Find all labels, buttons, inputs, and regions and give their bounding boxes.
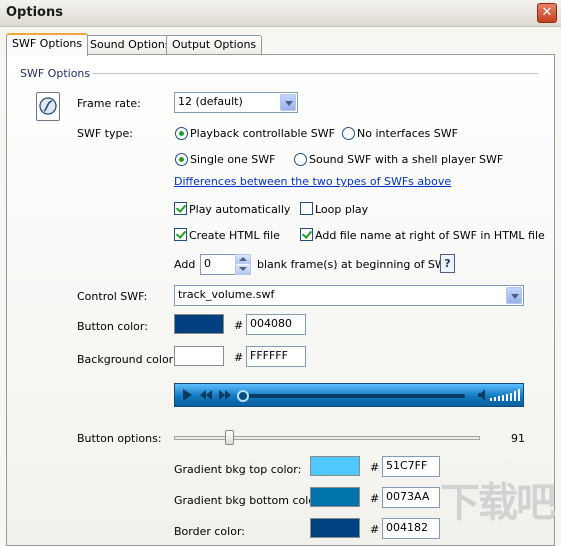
gradient-bottom-label: Gradient bkg bottom color: xyxy=(174,494,324,507)
fast-forward-icon xyxy=(216,386,234,404)
close-icon: ✕ xyxy=(541,5,553,20)
section-divider xyxy=(92,73,538,74)
options-dialog: Options ✕ SWF Options Sound Options Outp… xyxy=(0,0,561,546)
gradient-bottom-swatch[interactable] xyxy=(310,487,360,507)
radio-playback-controllable-label[interactable]: Playback controllable SWF xyxy=(190,127,335,140)
button-color-swatch[interactable] xyxy=(174,314,224,334)
background-color-hash: # xyxy=(234,351,244,364)
radio-no-interfaces-label[interactable]: No interfaces SWF xyxy=(357,127,458,140)
control-swf-value: track_volume.swf xyxy=(178,288,275,301)
rewind-icon xyxy=(197,386,215,404)
button-color-hash: # xyxy=(234,319,244,332)
close-button[interactable]: ✕ xyxy=(537,3,557,23)
button-options-value: 91 xyxy=(511,432,525,445)
frame-rate-select[interactable]: 12 (default) xyxy=(174,92,298,113)
frame-rate-value: 12 (default) xyxy=(178,95,243,108)
control-swf-label: Control SWF: xyxy=(77,290,148,303)
section-title: SWF Options xyxy=(20,67,91,80)
radio-no-interfaces[interactable] xyxy=(342,127,355,140)
title-bar: Options ✕ xyxy=(0,0,561,27)
tab-swf-options[interactable]: SWF Options xyxy=(6,33,89,56)
checkbox-play-automatically-label[interactable]: Play automatically xyxy=(189,203,290,216)
button-color-label: Button color: xyxy=(77,320,148,333)
checkbox-add-filename-label[interactable]: Add file name at right of SWF in HTML fi… xyxy=(315,229,545,242)
control-swf-select[interactable]: track_volume.swf xyxy=(174,285,524,306)
gradient-bottom-hex-input[interactable]: 0073AA xyxy=(382,487,440,508)
radio-single-one[interactable] xyxy=(175,153,188,166)
progress-knob xyxy=(237,390,249,402)
window-title: Options xyxy=(6,5,63,20)
frame-rate-label: Frame rate: xyxy=(77,97,141,110)
gradient-top-hex-input[interactable]: 51C7FF xyxy=(382,456,440,477)
checkbox-create-html[interactable] xyxy=(174,228,187,241)
button-options-slider-thumb[interactable] xyxy=(224,430,234,445)
gradient-top-hash: # xyxy=(370,461,380,474)
border-color-hash: # xyxy=(370,523,380,536)
chevron-down-icon[interactable] xyxy=(506,287,522,304)
gradient-bottom-hash: # xyxy=(370,492,380,505)
player-preview xyxy=(174,383,524,407)
border-color-hex: 004182 xyxy=(386,521,428,534)
blank-frames-value: 0 xyxy=(204,257,211,270)
background-color-swatch[interactable] xyxy=(174,346,224,366)
watermark-logo: 下载吧 xyxy=(440,480,556,526)
gradient-top-swatch[interactable] xyxy=(310,456,360,476)
gradient-top-label: Gradient bkg top color: xyxy=(174,463,302,476)
blank-frames-suffix: blank frame(s) at beginning of SWF xyxy=(257,258,453,271)
volume-icon xyxy=(475,386,523,404)
tab-output-options[interactable]: Output Options xyxy=(166,35,263,55)
radio-single-one-label[interactable]: Single one SWF xyxy=(190,153,275,166)
swf-types-differences-link[interactable]: Differences between the two types of SWF… xyxy=(174,175,451,188)
checkbox-play-automatically[interactable] xyxy=(174,202,187,215)
background-color-label: Background color: xyxy=(77,353,177,366)
button-color-hex: 004080 xyxy=(250,317,292,330)
tab-sound-options[interactable]: Sound Options xyxy=(84,35,177,55)
progress-track xyxy=(239,394,465,398)
border-color-swatch[interactable] xyxy=(310,518,360,538)
gradient-top-hex: 51C7FF xyxy=(386,459,428,472)
checkbox-loop-play[interactable] xyxy=(300,202,313,215)
button-options-slider-track[interactable] xyxy=(174,436,480,440)
radio-sound-shell-label[interactable]: Sound SWF with a shell player SWF xyxy=(309,153,503,166)
radio-playback-controllable[interactable] xyxy=(175,127,188,140)
background-color-hex-input[interactable]: FFFFFF xyxy=(246,346,306,367)
swf-file-icon xyxy=(36,92,60,121)
chevron-down-icon[interactable] xyxy=(280,94,296,111)
background-color-hex: FFFFFF xyxy=(250,349,288,362)
blank-frames-prefix: Add xyxy=(174,258,196,271)
border-color-hex-input[interactable]: 004182 xyxy=(382,518,440,539)
blank-frames-input[interactable]: 0 xyxy=(200,254,236,275)
button-color-hex-input[interactable]: 004080 xyxy=(246,314,306,335)
help-button[interactable]: ? xyxy=(440,254,455,273)
gradient-bottom-hex: 0073AA xyxy=(386,490,430,503)
checkbox-loop-play-label[interactable]: Loop play xyxy=(315,203,368,216)
stepper-up-icon[interactable] xyxy=(236,255,250,264)
play-icon xyxy=(178,386,196,404)
checkbox-create-html-label[interactable]: Create HTML file xyxy=(189,229,280,242)
stepper-down-icon[interactable] xyxy=(236,265,250,274)
swf-type-label: SWF type: xyxy=(77,127,133,140)
button-options-label: Button options: xyxy=(77,432,162,445)
checkbox-add-filename[interactable] xyxy=(300,228,313,241)
border-color-label: Border color: xyxy=(174,525,245,538)
blank-frames-stepper[interactable] xyxy=(235,254,251,275)
radio-sound-shell[interactable] xyxy=(294,153,307,166)
